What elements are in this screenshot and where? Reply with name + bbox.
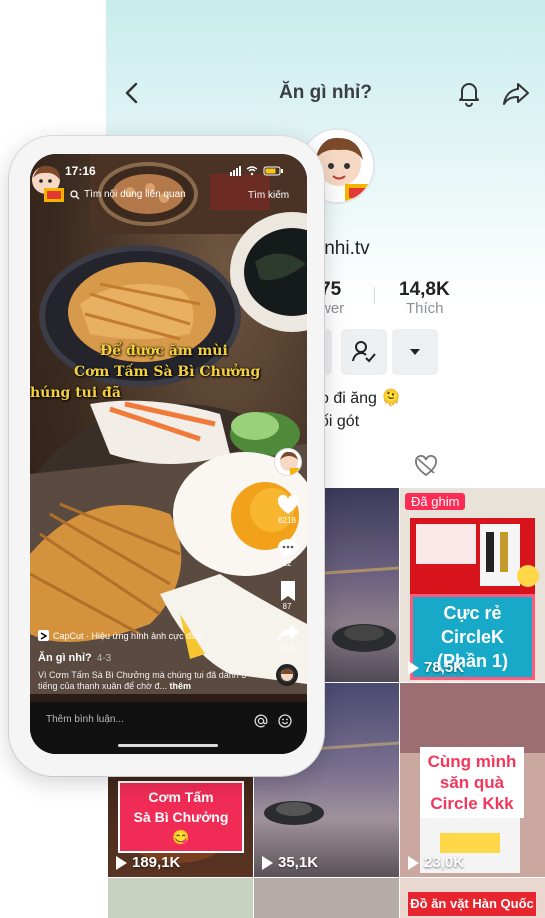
stat-divider bbox=[374, 287, 375, 304]
view-count: 78,5K bbox=[408, 659, 464, 676]
bell-icon[interactable] bbox=[456, 79, 482, 107]
bio-line-2: ối gót bbox=[320, 413, 360, 430]
tile-caption: Cùng mình săn quà Circle Kkk bbox=[420, 747, 524, 818]
like-heart-icon[interactable] bbox=[276, 494, 300, 516]
play-icon bbox=[408, 660, 419, 675]
food-photo bbox=[30, 154, 307, 704]
phone-screen: 17:16 Tìm nội dung liên quan Tìm kiếm Để… bbox=[30, 154, 307, 754]
post-date: 4-3 bbox=[96, 653, 112, 664]
video-tile-pinned[interactable]: Đã ghim Cực rẻ CircleK (Phần 1) 78,5K bbox=[400, 488, 545, 682]
video-tile[interactable] bbox=[254, 878, 399, 918]
tile-caption: Cơm Tấm Sà Bì Chưởng 😋 bbox=[118, 781, 244, 853]
emoji-icon[interactable] bbox=[278, 714, 292, 728]
phone-frame: 17:16 Tìm nội dung liên quan Tìm kiếm Để… bbox=[9, 136, 324, 776]
bookmark-icon[interactable] bbox=[279, 580, 297, 602]
comment-input[interactable]: Thêm bình luận... bbox=[46, 714, 124, 725]
play-icon bbox=[116, 855, 127, 870]
likes-label: Thích bbox=[406, 300, 444, 317]
share-icon[interactable] bbox=[276, 622, 300, 644]
capcut-icon bbox=[38, 630, 49, 641]
view-count: 35,1K bbox=[262, 854, 318, 871]
bio-line-1: o đi ăng 🫠 bbox=[320, 390, 402, 407]
likes-count: 14,8K bbox=[399, 279, 450, 300]
search-input: Tìm nội dung liên quan bbox=[84, 189, 186, 200]
comment-bar[interactable]: Thêm bình luận... bbox=[30, 702, 307, 754]
tile-caption: Đồ ăn vặt Hàn Quốc bbox=[408, 892, 536, 916]
status-icons bbox=[230, 166, 283, 176]
more-dropdown-button[interactable] bbox=[392, 329, 438, 375]
like-count: 8218 bbox=[278, 516, 296, 525]
username: inhi.tv bbox=[320, 238, 370, 259]
share-count: 154 bbox=[280, 644, 294, 653]
screen: Ăn gì nhỉ? inhi.tv 75 wer 14,8K Thích o … bbox=[0, 0, 545, 918]
play-icon bbox=[262, 855, 273, 870]
see-more-link[interactable]: thêm bbox=[170, 681, 192, 691]
video-description: Vì Cơm Tấm Sà Bì Chưởng mà chúng tui đã … bbox=[38, 670, 247, 691]
view-count: 189,1K bbox=[116, 854, 180, 871]
capcut-tag[interactable]: CapCut · Hiệu ứng hình ảnh cực đỉnh bbox=[38, 630, 203, 641]
status-bar: 17:16 bbox=[30, 154, 307, 182]
person-check-icon bbox=[352, 341, 376, 363]
home-indicator bbox=[118, 744, 218, 747]
comment-count: 82 bbox=[282, 559, 292, 568]
play-icon bbox=[408, 855, 419, 870]
friends-button[interactable] bbox=[341, 329, 387, 375]
search-button[interactable]: Tìm kiếm bbox=[248, 190, 289, 201]
video-tile[interactable]: Cùng mình săn quà Circle Kkk 23,0K bbox=[400, 683, 545, 877]
video-tile[interactable]: Đồ ăn vặt Hàn Quốc bbox=[400, 878, 545, 918]
caret-down-icon bbox=[410, 349, 420, 355]
view-count: 23,0K bbox=[408, 854, 464, 871]
music-disc-icon[interactable] bbox=[276, 664, 298, 686]
overlay-caption-line-3: húng tui đã bbox=[30, 385, 121, 401]
save-count: 87 bbox=[282, 602, 292, 611]
brand-sticker bbox=[32, 165, 64, 202]
pinned-badge: Đã ghim bbox=[405, 493, 466, 510]
overlay-caption-line-2: Cơm Tấm Sà Bì Chưởng bbox=[74, 364, 261, 380]
comment-icon[interactable] bbox=[276, 537, 300, 559]
share-icon[interactable] bbox=[502, 79, 530, 107]
author-name[interactable]: Ăn gì nhỉ? 4-3 bbox=[38, 652, 111, 664]
liked-heart-icon[interactable] bbox=[414, 455, 438, 477]
creator-avatar[interactable] bbox=[274, 448, 302, 476]
status-time: 17:16 bbox=[65, 164, 96, 178]
search-icon bbox=[70, 189, 80, 199]
mention-icon[interactable] bbox=[254, 714, 268, 728]
search-bar[interactable]: Tìm nội dung liên quan bbox=[70, 189, 186, 200]
overlay-caption-line-1: Để được ăm mùi bbox=[100, 343, 228, 359]
video-tile[interactable] bbox=[108, 878, 253, 918]
